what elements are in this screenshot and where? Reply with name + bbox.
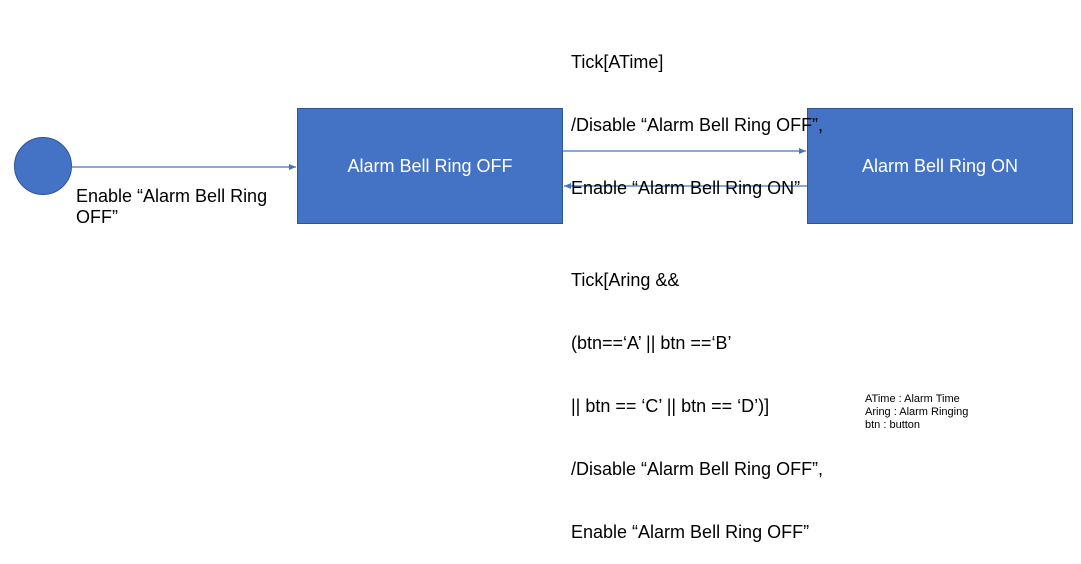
initial-state-node	[14, 137, 72, 195]
transition-line: Tick[Aring &&	[571, 270, 680, 290]
state-on-label: Alarm Bell Ring ON	[861, 155, 1019, 176]
legend-item: Aring : Alarm Ringing	[865, 406, 969, 418]
state-alarm-bell-ring-on: Alarm Bell Ring ON	[807, 108, 1073, 224]
state-off-label: Alarm Bell Ring OFF	[347, 155, 513, 176]
legend: ATime : Alarm Time Aring : Alarm Ringing…	[865, 393, 968, 432]
transition-line: /Disable “Alarm Bell Ring OFF”,	[571, 115, 824, 135]
state-alarm-bell-ring-off: Alarm Bell Ring OFF	[297, 108, 563, 224]
transition-line: || btn == ‘C’ || btn == ‘D’)]	[571, 396, 770, 416]
legend-item: ATime : Alarm Time	[865, 393, 960, 405]
legend-item: btn : button	[865, 419, 921, 431]
transition-line: Tick[ATime]	[571, 52, 664, 72]
transition-line: (btn==‘A’ || btn ==‘B’	[571, 333, 732, 353]
on-to-off-transition-label: Tick[Aring && (btn==‘A’ || btn ==‘B’ || …	[571, 228, 823, 564]
transition-line: Enable “Alarm Bell Ring OFF”	[571, 522, 810, 542]
transition-line: /Disable “Alarm Bell Ring OFF”,	[571, 459, 824, 479]
initial-transition-label: Enable “Alarm Bell Ring OFF”	[76, 186, 268, 227]
transition-line: Enable “Alarm Bell Ring ON”	[571, 178, 801, 198]
off-to-on-transition-label: Tick[ATime] /Disable “Alarm Bell Ring OF…	[571, 10, 823, 220]
